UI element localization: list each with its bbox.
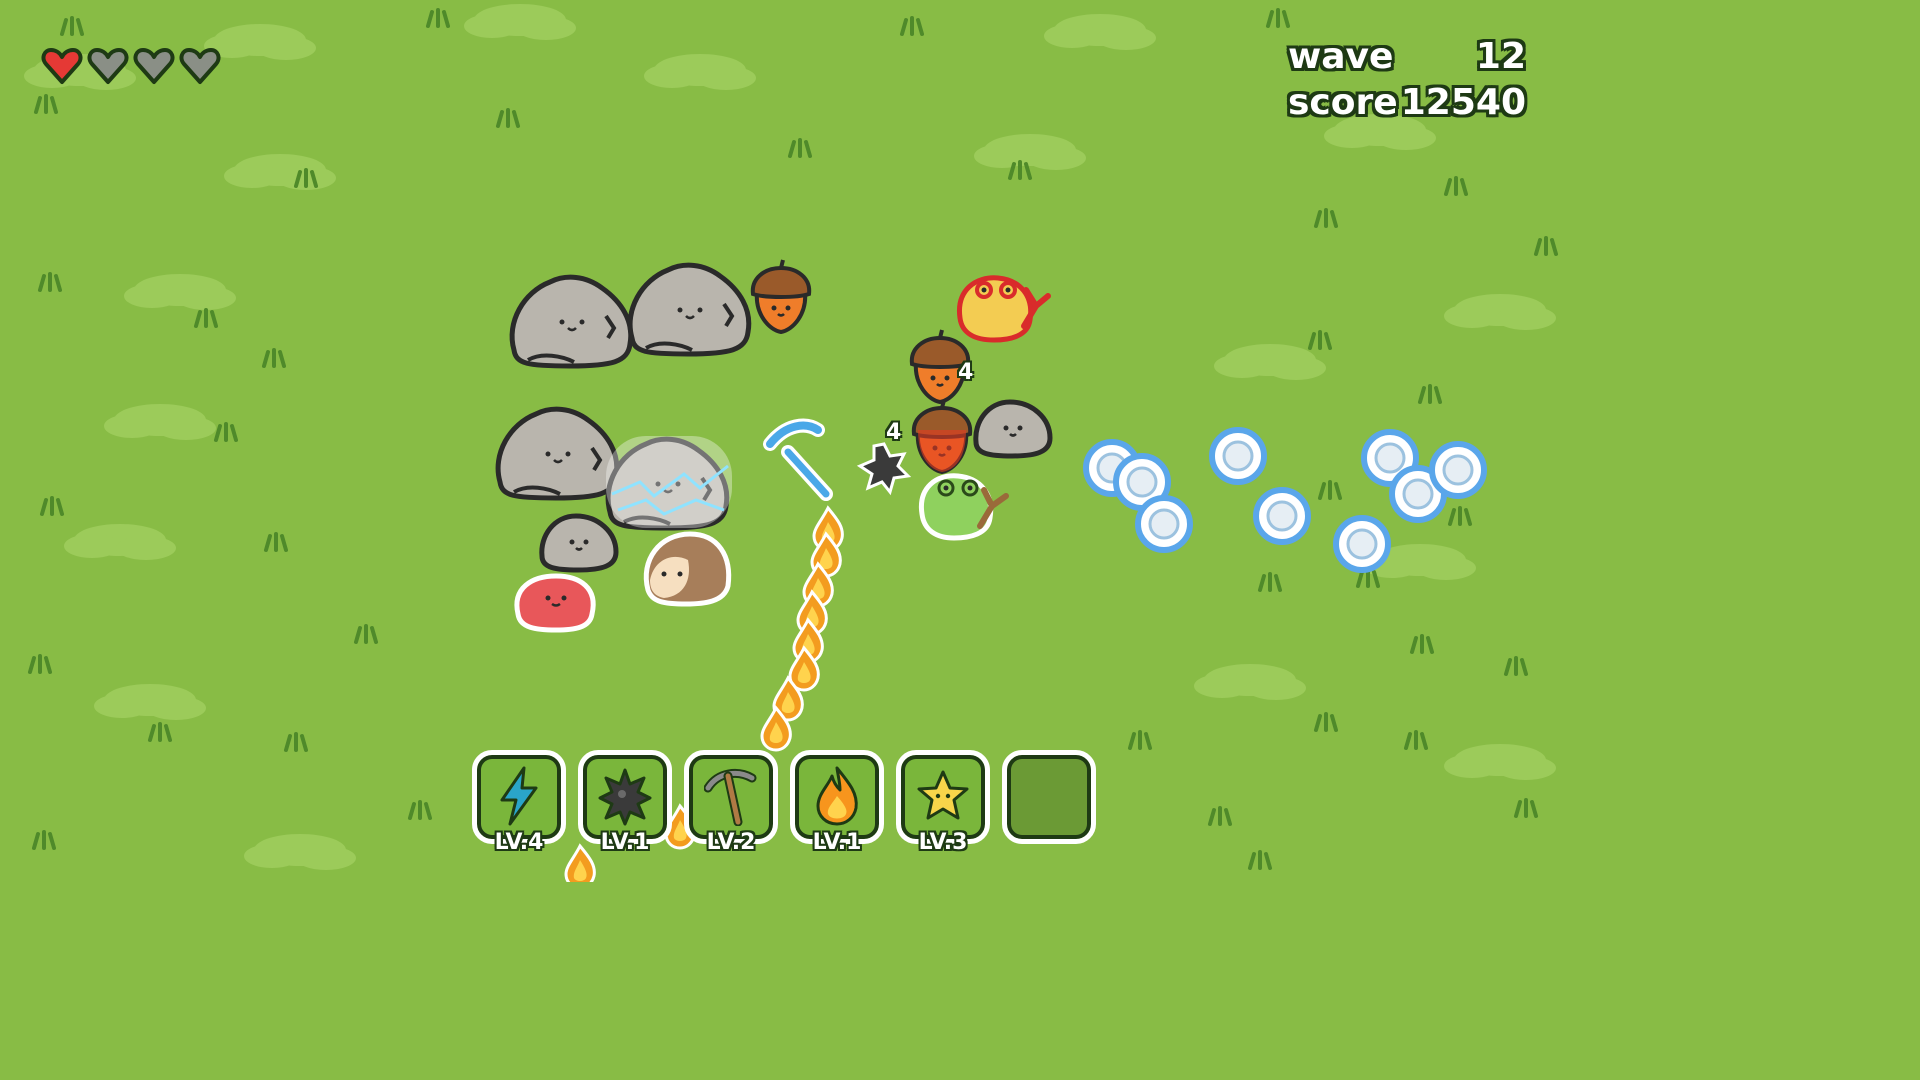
- spiked-ball-projectile: [856, 442, 912, 496]
- rock-enemy: [512, 277, 631, 366]
- damage-number: 4: [886, 420, 902, 445]
- skill-slot-empty[interactable]: [1002, 750, 1098, 846]
- game-canvas[interactable]: 4 4 wave 12 score 12540 LV.4 LV.1 LV.2 L…: [0, 0, 1568, 882]
- skill-level: LV.1: [600, 830, 650, 855]
- spiked-ball-icon: [598, 768, 652, 826]
- hedgehog-enemy: [643, 531, 732, 607]
- heart-empty-icon: [179, 48, 221, 84]
- lightning-icon: [500, 766, 538, 826]
- rock-enemy: [976, 402, 1050, 456]
- skill-bar: LV.4 LV.1 LV.2 LV.1 LV.3: [472, 750, 1098, 855]
- wave-label: wave: [1288, 36, 1394, 77]
- health-hearts: [40, 44, 222, 88]
- rock-enemy-shocked: [606, 436, 732, 528]
- skill-level: LV.2: [706, 830, 756, 855]
- pickaxe-projectile: [763, 418, 833, 501]
- skill-level: LV.4: [494, 830, 544, 855]
- heart-empty-icon: [133, 48, 175, 84]
- star-icon: [917, 770, 969, 820]
- rock-enemy: [498, 409, 617, 498]
- wave-value: 12: [1475, 36, 1526, 77]
- pickaxe-icon: [704, 768, 757, 826]
- acorn-enemy-hit: [911, 398, 973, 474]
- heart-full-icon: [41, 48, 83, 84]
- skill-slot-lightning[interactable]: LV.4: [472, 750, 568, 855]
- damage-number: 4: [958, 360, 974, 385]
- slime-enemy: [514, 573, 596, 633]
- heart-empty-icon: [87, 48, 129, 84]
- skill-level: LV.3: [918, 830, 968, 855]
- rock-enemy: [542, 516, 616, 570]
- fire-icon: [816, 766, 858, 826]
- frog-green-enemy: [918, 473, 1009, 541]
- score-value: 12540: [1400, 82, 1526, 123]
- skill-slot-pickaxe[interactable]: LV.2: [684, 750, 780, 855]
- rock-enemy: [630, 265, 749, 354]
- acorn-enemy: [750, 258, 812, 334]
- skill-slot-spiked-ball[interactable]: LV.1: [578, 750, 674, 855]
- score-label: score: [1288, 82, 1398, 123]
- skill-slot-star[interactable]: LV.3: [896, 750, 992, 855]
- skill-slot-fire[interactable]: LV.1: [790, 750, 886, 855]
- frog-yellow-enemy: [957, 275, 1051, 343]
- skill-level: LV.1: [812, 830, 862, 855]
